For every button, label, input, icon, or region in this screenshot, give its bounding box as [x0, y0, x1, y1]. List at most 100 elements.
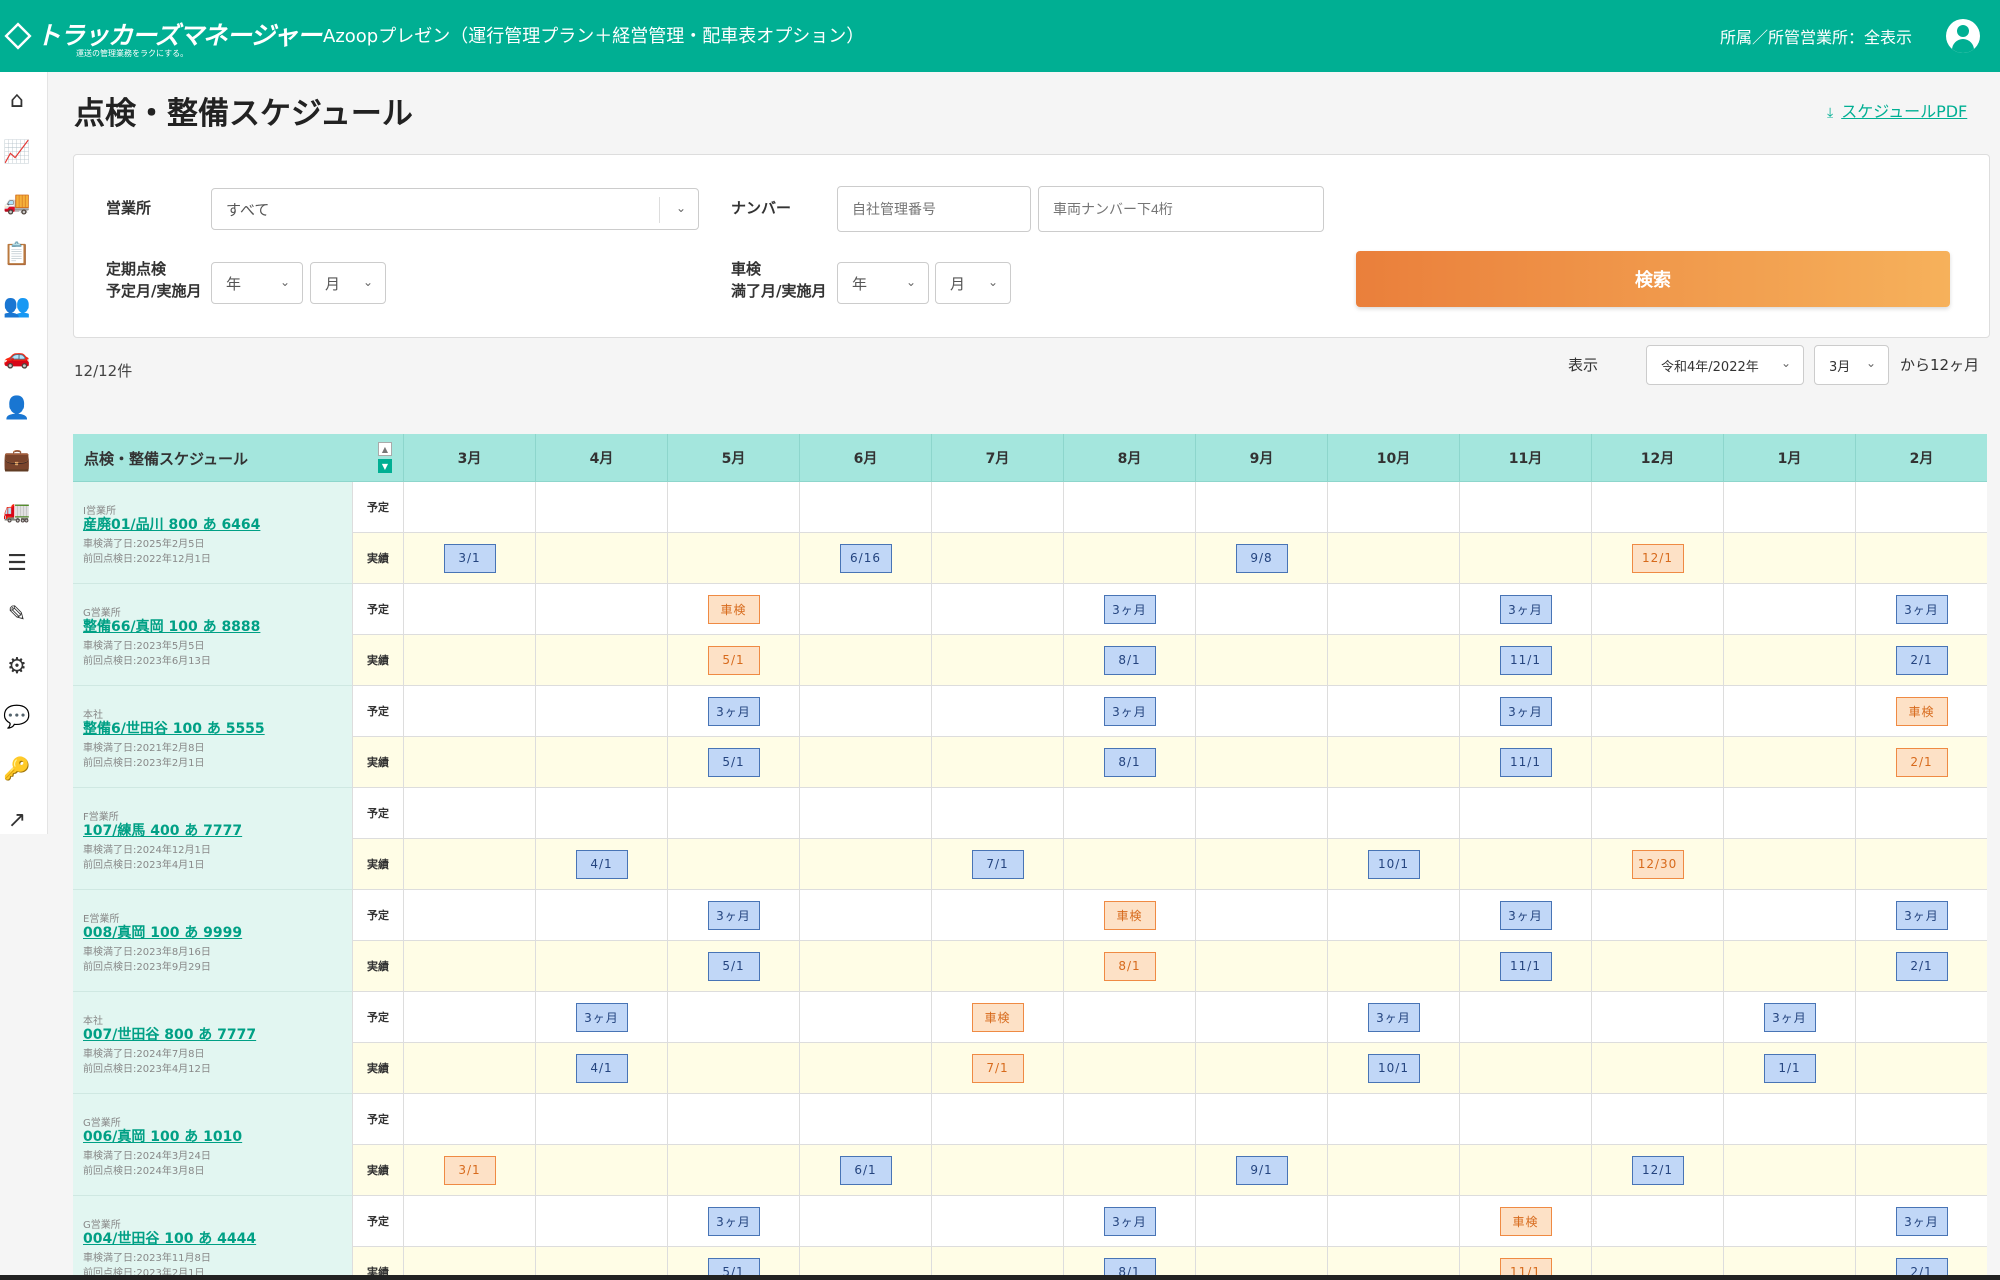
schedule-cell[interactable]: 5/1: [667, 635, 799, 686]
plan-badge[interactable]: 3ヶ月: [707, 696, 760, 726]
schedule-cell[interactable]: 9/8: [1195, 533, 1327, 584]
schedule-cell[interactable]: 3ヶ月: [1063, 1196, 1195, 1247]
actual-badge[interactable]: 11/1: [1499, 951, 1552, 981]
actual-badge[interactable]: 2/1: [1895, 951, 1948, 981]
schedule-cell[interactable]: 3ヶ月: [667, 686, 799, 737]
actual-badge[interactable]: 6/16: [839, 543, 892, 573]
schedule-cell[interactable]: [1855, 482, 1987, 533]
actual-badge[interactable]: 8/1: [1103, 747, 1156, 777]
actual-badge[interactable]: 7/1: [971, 1053, 1024, 1083]
schedule-cell[interactable]: [1591, 1043, 1723, 1094]
schedule-cell[interactable]: [667, 533, 799, 584]
car-icon[interactable]: 🚗: [0, 339, 34, 375]
schedule-cell[interactable]: 3ヶ月: [535, 992, 667, 1043]
schedule-cell[interactable]: [1855, 1094, 1987, 1145]
schedule-cell[interactable]: [1591, 941, 1723, 992]
schedule-cell[interactable]: [1591, 635, 1723, 686]
schedule-cell[interactable]: 2/1: [1855, 635, 1987, 686]
schedule-cell[interactable]: [1459, 1094, 1591, 1145]
vehicle-name-link[interactable]: 007/世田谷 800 あ 7777: [83, 1024, 256, 1044]
actual-badge[interactable]: 5/1: [707, 951, 760, 981]
schedule-cell[interactable]: 9/1: [1195, 1145, 1327, 1196]
schedule-cell[interactable]: [403, 839, 535, 890]
schedule-cell[interactable]: [535, 482, 667, 533]
plan-badge[interactable]: 車検: [971, 1002, 1024, 1032]
actual-badge[interactable]: 3/1: [443, 543, 496, 573]
schedule-cell[interactable]: [1063, 1145, 1195, 1196]
schedule-cell[interactable]: 3ヶ月: [1063, 584, 1195, 635]
schedule-cell[interactable]: [799, 839, 931, 890]
actual-badge[interactable]: 9/1: [1235, 1155, 1288, 1185]
schedule-cell[interactable]: [1723, 737, 1855, 788]
schedule-cell[interactable]: [403, 1043, 535, 1094]
schedule-cell[interactable]: [403, 941, 535, 992]
schedule-cell[interactable]: [1723, 533, 1855, 584]
actual-badge[interactable]: 12/1: [1631, 1155, 1684, 1185]
actual-badge[interactable]: 5/1: [707, 747, 760, 777]
schedule-cell[interactable]: [535, 737, 667, 788]
schedule-cell[interactable]: [1855, 1145, 1987, 1196]
vehicle-name-link[interactable]: 整備6/世田谷 100 あ 5555: [83, 718, 265, 738]
schedule-cell[interactable]: 1/1: [1723, 1043, 1855, 1094]
briefcase-clock-icon[interactable]: 💼: [0, 442, 34, 478]
vehicle-name-link[interactable]: 整備66/真岡 100 あ 8888: [83, 616, 260, 636]
schedule-cell[interactable]: [1327, 482, 1459, 533]
schedule-cell[interactable]: [1327, 635, 1459, 686]
plan-badge[interactable]: 3ヶ月: [1895, 900, 1948, 930]
schedule-cell[interactable]: [403, 890, 535, 941]
schedule-cell[interactable]: [1327, 737, 1459, 788]
actual-badge[interactable]: 6/1: [839, 1155, 892, 1185]
schedule-cell[interactable]: [1195, 890, 1327, 941]
own-number-input[interactable]: [837, 186, 1031, 232]
schedule-cell[interactable]: [1195, 1196, 1327, 1247]
schedule-cell[interactable]: [1327, 1145, 1459, 1196]
schedule-cell[interactable]: [931, 788, 1063, 839]
schedule-cell[interactable]: [535, 1196, 667, 1247]
schedule-cell[interactable]: [799, 890, 931, 941]
schedule-cell[interactable]: [1063, 1094, 1195, 1145]
actual-badge[interactable]: 10/1: [1367, 1053, 1420, 1083]
trend-chart-icon[interactable]: 📈: [0, 134, 34, 170]
schedule-cell[interactable]: [1195, 941, 1327, 992]
schedule-cell[interactable]: [799, 1094, 931, 1145]
schedule-cell[interactable]: [1723, 890, 1855, 941]
schedule-cell[interactable]: 3ヶ月: [667, 1196, 799, 1247]
sort-down-icon[interactable]: ▼: [378, 459, 392, 473]
inspection-month-select[interactable]: 月 ⌄: [935, 262, 1011, 304]
plan-badge[interactable]: 3ヶ月: [707, 1206, 760, 1236]
schedule-cell[interactable]: [1591, 1094, 1723, 1145]
schedule-cell[interactable]: [1591, 737, 1723, 788]
plan-badge[interactable]: 3ヶ月: [1103, 594, 1156, 624]
schedule-cell[interactable]: [1855, 788, 1987, 839]
schedule-cell[interactable]: [1327, 533, 1459, 584]
pencil-icon[interactable]: ✎: [0, 596, 34, 632]
actual-badge[interactable]: 2/1: [1895, 645, 1948, 675]
schedule-cell[interactable]: [931, 941, 1063, 992]
delivery-truck-icon[interactable]: 🚛: [0, 493, 34, 529]
vehicle-name-link[interactable]: 107/練馬 400 あ 7777: [83, 820, 242, 840]
schedule-cell[interactable]: [403, 992, 535, 1043]
plan-badge[interactable]: 3ヶ月: [1763, 1002, 1816, 1032]
actual-badge[interactable]: 3/1: [443, 1155, 496, 1185]
schedule-cell[interactable]: [1591, 686, 1723, 737]
actual-badge[interactable]: 8/1: [1103, 951, 1156, 981]
schedule-cell[interactable]: [1459, 992, 1591, 1043]
periodic-month-select[interactable]: 月 ⌄: [310, 262, 386, 304]
schedule-cell[interactable]: [799, 941, 931, 992]
actual-badge[interactable]: 12/30: [1631, 849, 1684, 879]
schedule-cell[interactable]: 3ヶ月: [1459, 584, 1591, 635]
schedule-cell[interactable]: [1723, 941, 1855, 992]
schedule-cell[interactable]: [1063, 839, 1195, 890]
plan-badge[interactable]: 車検: [1895, 696, 1948, 726]
actual-badge[interactable]: 4/1: [575, 849, 628, 879]
schedule-cell[interactable]: [931, 1145, 1063, 1196]
schedule-cell[interactable]: 5/1: [667, 737, 799, 788]
plan-badge[interactable]: 3ヶ月: [1499, 696, 1552, 726]
schedule-cell[interactable]: [1327, 584, 1459, 635]
schedule-cell[interactable]: [1063, 482, 1195, 533]
schedule-cell[interactable]: [535, 1094, 667, 1145]
schedule-cell[interactable]: 8/1: [1063, 635, 1195, 686]
schedule-cell[interactable]: 12/30: [1591, 839, 1723, 890]
schedule-cell[interactable]: [1195, 482, 1327, 533]
schedule-cell[interactable]: [1591, 890, 1723, 941]
